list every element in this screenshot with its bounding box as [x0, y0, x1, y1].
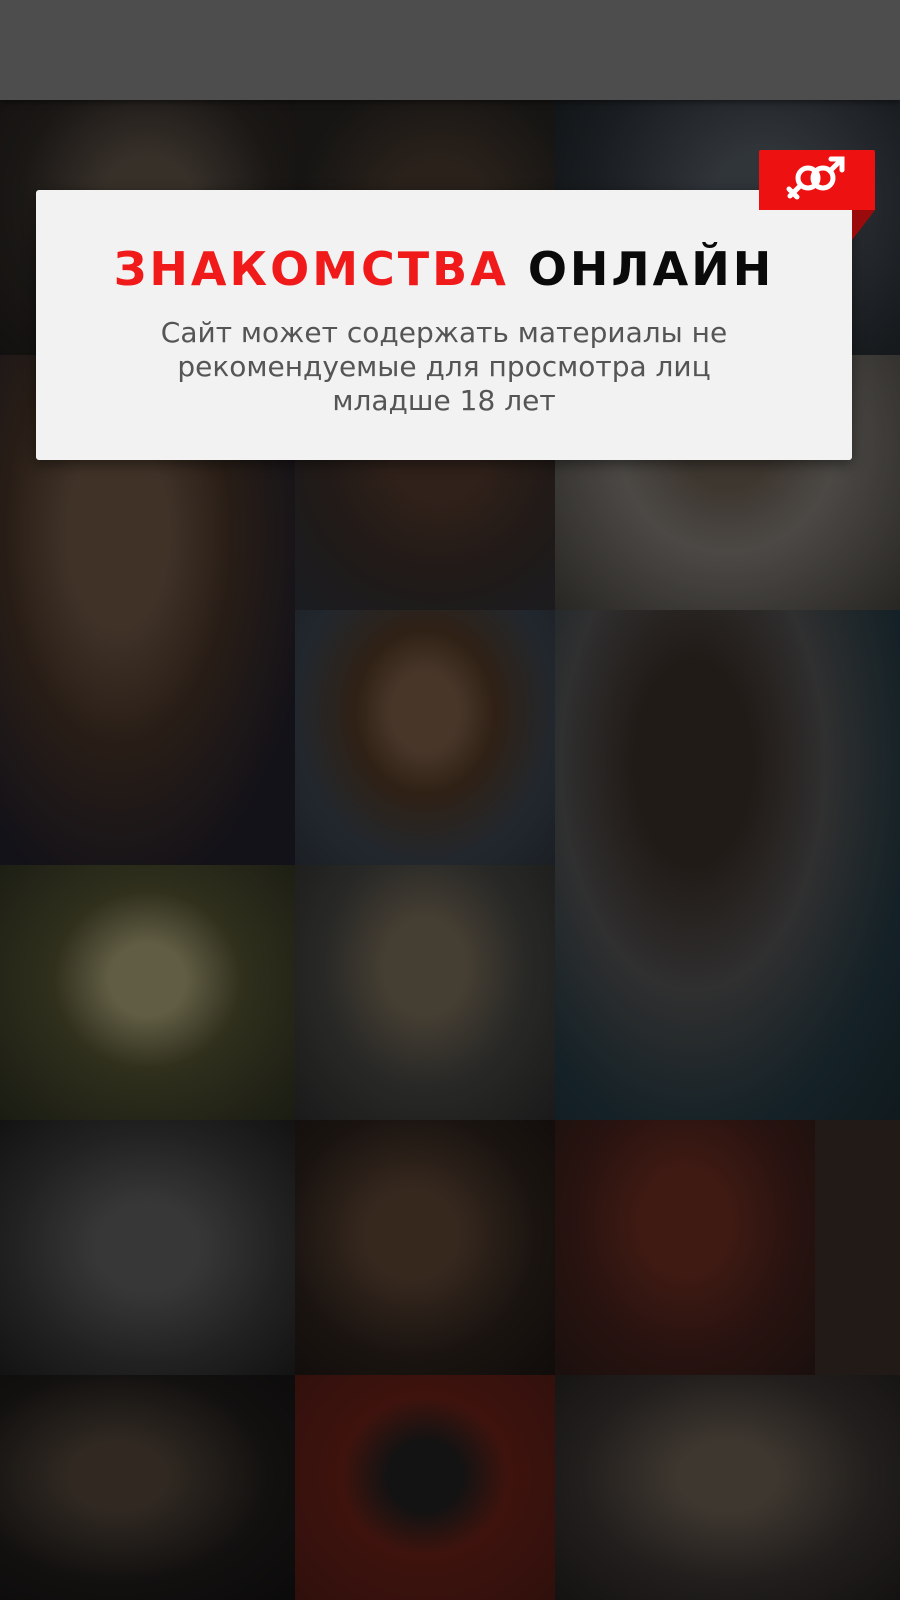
male-female-symbol-icon: [781, 153, 853, 208]
badge-ribbon: [759, 150, 875, 210]
top-bar: [0, 0, 900, 100]
age-warning-text: Сайт может содержать материалы не рекоме…: [160, 316, 728, 417]
site-headline: ЗНАКОМСТВА ОНЛАЙН: [36, 242, 852, 296]
badge-ribbon-fold: [852, 210, 875, 240]
headline-red-part: ЗНАКОМСТВА: [113, 242, 509, 296]
headline-dark-part: ОНЛАЙН: [527, 242, 775, 296]
age-warning-dialog: ЗНАКОМСТВА ОНЛАЙН Сайт может содержать м…: [36, 190, 852, 460]
